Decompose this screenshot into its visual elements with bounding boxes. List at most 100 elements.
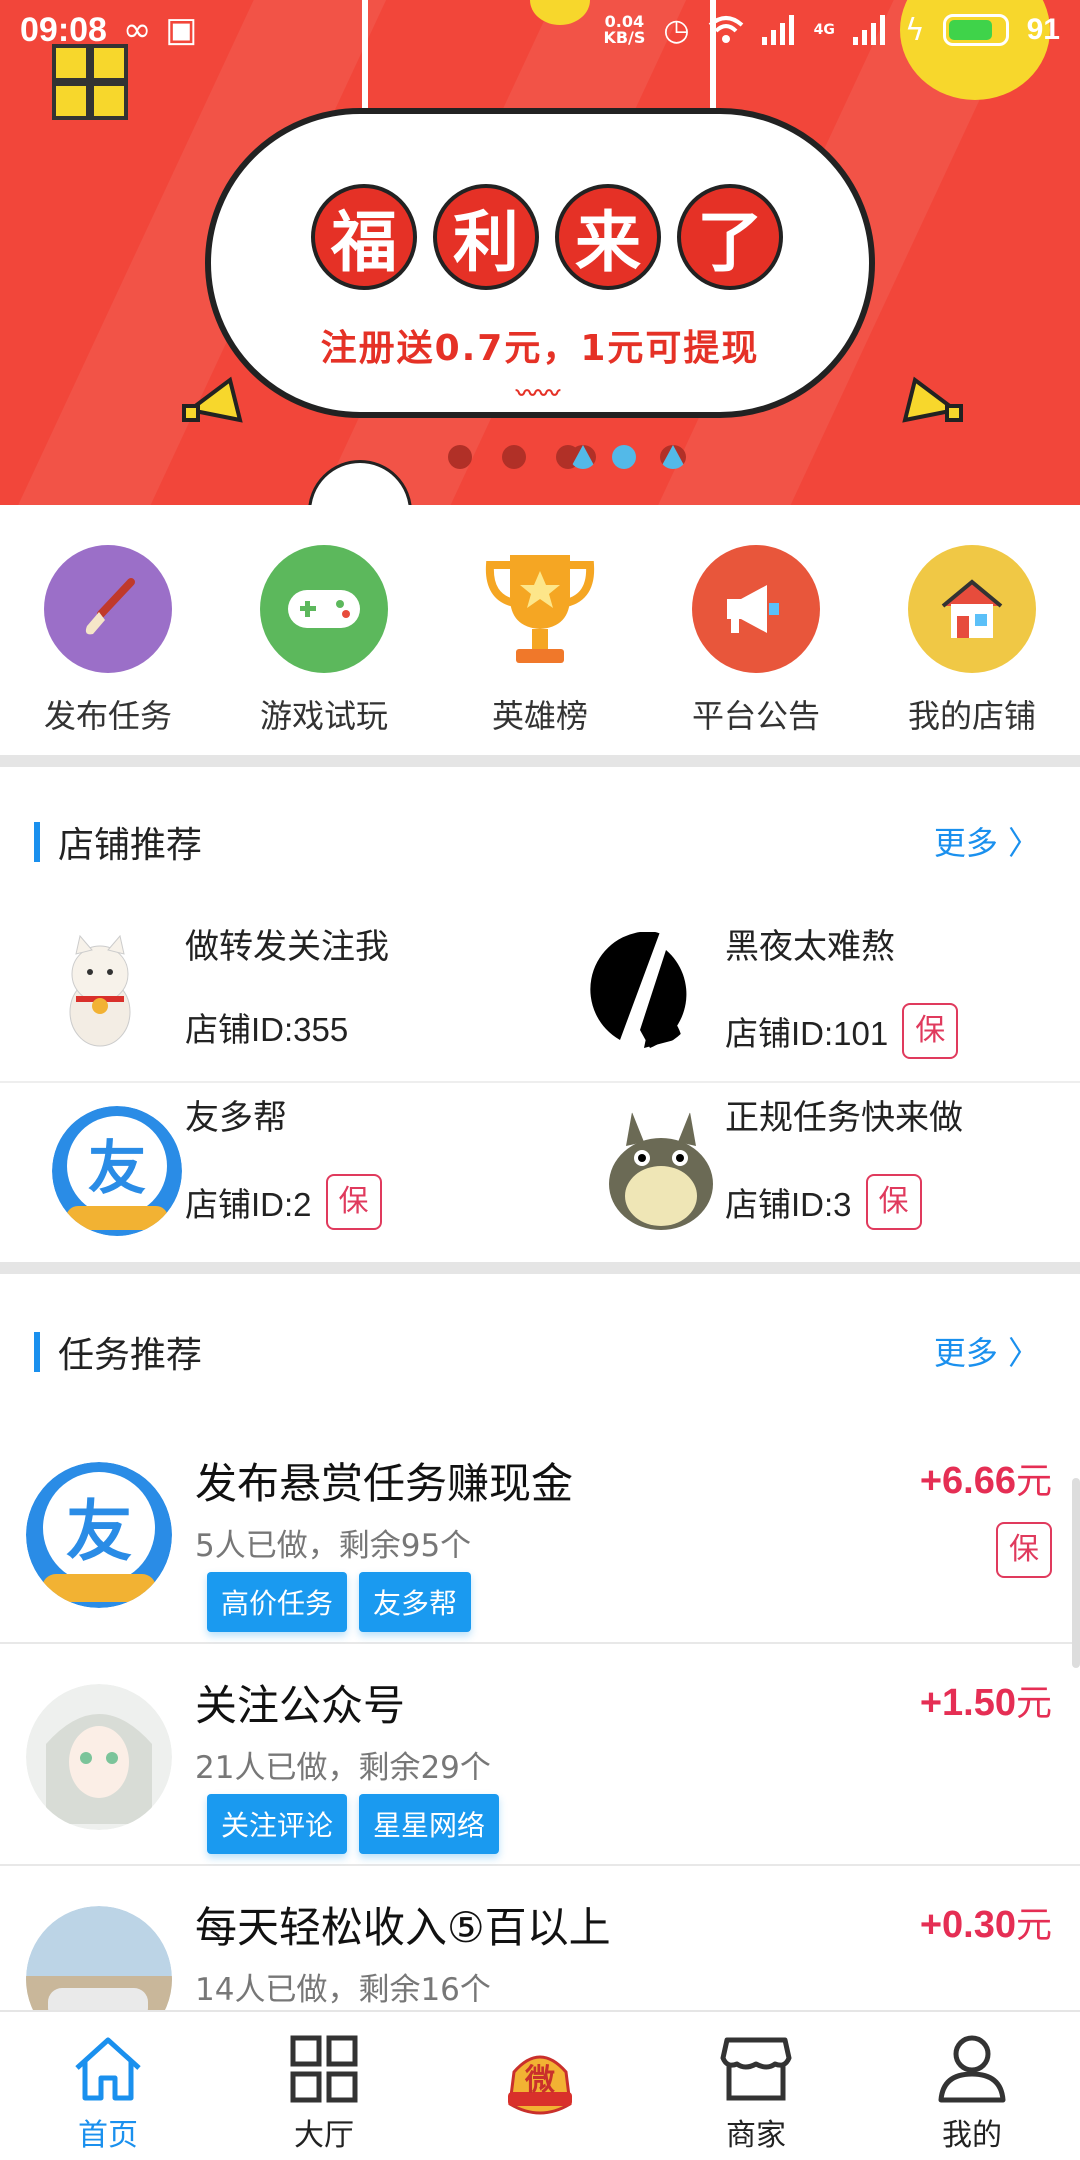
task-stats: 14人已做，剩余16个 xyxy=(195,1972,491,2008)
guarantee-badge: 保 xyxy=(996,1522,1052,1578)
task-tags: 关注评论 星星网络 xyxy=(207,1794,500,1854)
task-title: 关注公众号 xyxy=(195,1681,406,1730)
banner-pager[interactable] xyxy=(0,445,1080,475)
section-title: 任务推荐 xyxy=(58,1335,203,1376)
guarantee-badge: 保 xyxy=(325,1174,382,1230)
pager-dot[interactable] xyxy=(502,445,526,469)
shop-card[interactable]: 友 友多帮 店铺ID:2 保 xyxy=(0,1076,540,1246)
reward-amount: +1.50 xyxy=(919,1682,1016,1724)
guarantee-badge: 保 xyxy=(865,1174,922,1230)
quick-action-my-shop[interactable]: 我的店铺 xyxy=(864,505,1080,755)
shop-more-link[interactable]: 更多 〉 xyxy=(934,818,1040,864)
quick-action-publish-task[interactable]: 发布任务 xyxy=(0,505,216,755)
notification-icon: ▣ xyxy=(165,10,198,50)
pager-dot-active[interactable] xyxy=(612,445,636,469)
shop-id: 店铺ID:355 xyxy=(185,1003,348,1051)
shop-name: 正规任务快来做 xyxy=(725,1098,963,1138)
task-avatar: 友 xyxy=(26,1462,172,1608)
shop-card[interactable]: 黑夜太难熬 店铺ID:101 保 xyxy=(540,905,1080,1075)
task-title: 每天轻松收入⑤百以上 xyxy=(195,1903,611,1952)
shop-card[interactable]: 正规任务快来做 店铺ID:3 保 xyxy=(540,1076,1080,1246)
pager-dot[interactable] xyxy=(448,445,472,469)
pager-dot[interactable] xyxy=(660,445,686,469)
svg-text:友: 友 xyxy=(88,1134,146,1202)
tab-hall[interactable]: 大厅 xyxy=(216,2012,432,2160)
tab-merchant[interactable]: 商家 xyxy=(648,2012,864,2160)
task-tag: 关注评论 xyxy=(207,1794,348,1854)
megaphone-icon xyxy=(692,545,820,673)
shop-name: 做转发关注我 xyxy=(185,927,389,967)
shop-id: 店铺ID:101 保 xyxy=(725,1003,959,1059)
section-title: 店铺推荐 xyxy=(58,825,203,866)
quick-action-label: 游戏试玩 xyxy=(259,697,388,735)
svg-text:微: 微 xyxy=(524,2063,555,2098)
banner-title-char: 了 xyxy=(677,184,783,290)
quick-action-label: 发布任务 xyxy=(43,697,172,735)
wifi-icon xyxy=(708,16,743,43)
shop-id: 店铺ID:3 保 xyxy=(725,1174,922,1230)
shop-card[interactable]: 做转发关注我 店铺ID:355 xyxy=(0,905,540,1075)
trophy-icon xyxy=(476,545,604,673)
shop-id-text: 店铺ID:101 xyxy=(725,1015,889,1052)
signal-icon xyxy=(761,15,794,45)
shop-id-text: 店铺ID:355 xyxy=(185,1011,349,1048)
svg-text:友: 友 xyxy=(66,1493,132,1570)
shop-id-text: 店铺ID:2 xyxy=(185,1186,312,1223)
section-divider xyxy=(0,755,1080,767)
bottom-nav: 首页 大厅 微 商家 我的 xyxy=(0,2010,1080,2160)
brush-icon xyxy=(44,545,172,673)
reward-amount: +6.66 xyxy=(919,1460,1016,1502)
shop-name: 黑夜太难熬 xyxy=(725,927,895,967)
tab-center[interactable]: 微 xyxy=(432,2012,648,2160)
alarm-icon: ◷ xyxy=(663,12,690,48)
task-reward: +1.50元 xyxy=(920,1674,1052,1726)
task-reward: +0.30元 xyxy=(920,1896,1052,1948)
task-more-link[interactable]: 更多 〉 xyxy=(934,1328,1040,1374)
shop-avatar xyxy=(596,1106,726,1236)
network-type: 4G xyxy=(813,22,835,38)
tab-label: 大厅 xyxy=(294,2118,354,2153)
quick-action-announcement[interactable]: 平台公告 xyxy=(648,505,864,755)
banner-title-char: 福 xyxy=(311,184,417,290)
shop-avatar xyxy=(40,930,160,1050)
quick-actions: 发布任务 游戏试玩 英雄榜 平台公告 我的店铺 xyxy=(0,505,1080,755)
grid-icon xyxy=(290,2035,358,2103)
home-icon xyxy=(75,2037,141,2101)
center-badge-icon: 微 xyxy=(508,2055,572,2115)
task-tag: 高价任务 xyxy=(207,1572,348,1632)
section-accent-bar xyxy=(34,822,40,862)
tab-mine[interactable]: 我的 xyxy=(864,2012,1080,2160)
store-icon xyxy=(720,2037,792,2101)
task-reward: +6.66元 xyxy=(920,1452,1052,1504)
quick-action-hero-board[interactable]: 英雄榜 xyxy=(432,505,648,755)
promo-banner[interactable]: 09:08 ∞ ▣ 0.04 KB/S ◷ 4G ϟ 91 福 利 来 了 注册… xyxy=(0,0,1080,505)
quick-action-label: 平台公告 xyxy=(691,697,820,735)
pager-dot[interactable] xyxy=(570,445,596,469)
banner-subtitle: 注册送0.7元，1元可提现 xyxy=(320,328,760,369)
task-stats: 5人已做，剩余95个 xyxy=(195,1528,472,1564)
task-card[interactable]: 关注公众号 21人已做，剩余29个 关注评论 星星网络 +1.50元 xyxy=(0,1644,1080,1866)
task-tags: 高价任务 友多帮 xyxy=(207,1572,472,1632)
gamepad-icon xyxy=(260,545,388,673)
shop-name: 友多帮 xyxy=(185,1098,287,1138)
signal-icon xyxy=(852,15,885,45)
task-card[interactable]: 友 发布悬赏任务赚现金 5人已做，剩余95个 高价任务 友多帮 +6.66元 保 xyxy=(0,1422,1080,1644)
tab-label: 我的 xyxy=(942,2118,1002,2153)
section-divider xyxy=(0,1262,1080,1274)
zigzag-decoration: 〰〰 xyxy=(516,382,561,407)
tab-home[interactable]: 首页 xyxy=(0,2012,216,2160)
task-title: 发布悬赏任务赚现金 xyxy=(195,1459,574,1508)
charging-icon: ϟ xyxy=(904,12,925,48)
task-stats: 21人已做，剩余29个 xyxy=(195,1750,491,1786)
scrollbar[interactable] xyxy=(1072,1478,1080,1668)
gift-box-icon[interactable] xyxy=(52,44,128,120)
task-avatar xyxy=(26,1684,172,1830)
reward-unit: 元 xyxy=(1015,1461,1052,1502)
shop-id: 店铺ID:2 保 xyxy=(185,1174,382,1230)
banner-sign: 福 利 来 了 注册送0.7元，1元可提现 〰〰 xyxy=(205,108,875,418)
megaphone-decoration-icon xyxy=(182,376,243,423)
quick-action-game-trial[interactable]: 游戏试玩 xyxy=(216,505,432,755)
battery-icon xyxy=(942,14,1009,46)
house-icon xyxy=(908,545,1036,673)
reward-unit: 元 xyxy=(1015,1683,1052,1724)
